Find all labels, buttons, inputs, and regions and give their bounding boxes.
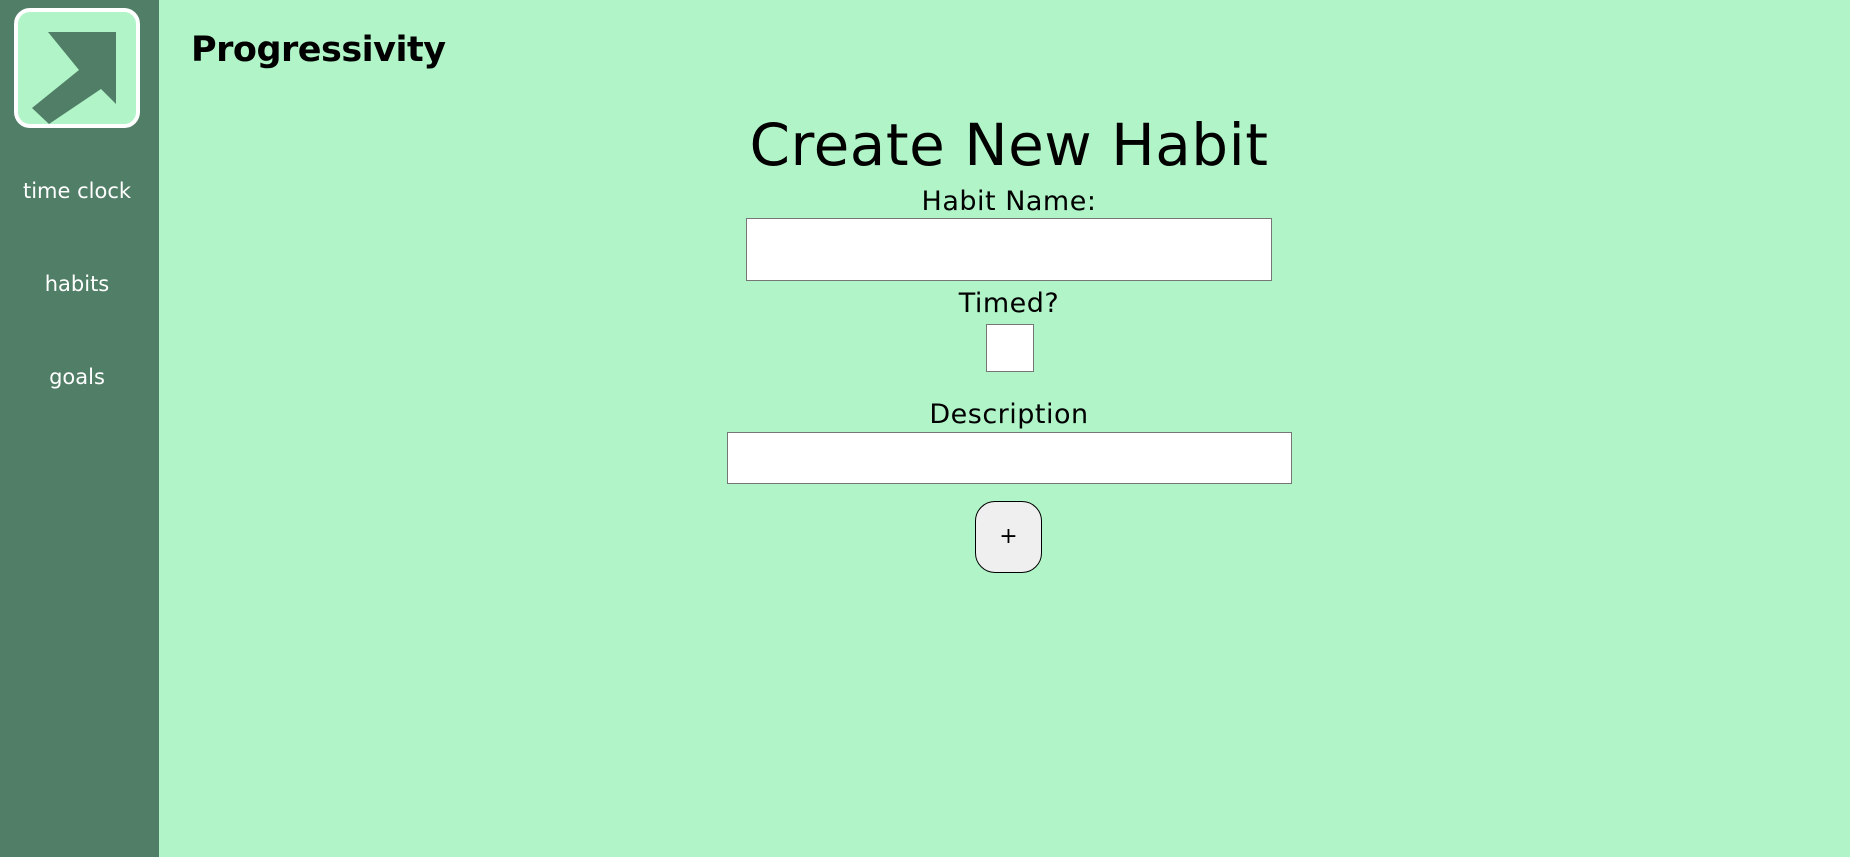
description-label: Description [929, 399, 1089, 430]
description-input[interactable] [727, 432, 1292, 484]
page-title: Create New Habit [749, 111, 1269, 179]
habit-name-input[interactable] [746, 218, 1272, 281]
sidebar-item-goals[interactable]: goals [0, 363, 154, 391]
create-habit-form: Create New Habit Habit Name: Timed? Desc… [159, 0, 1850, 857]
add-habit-button[interactable]: + [975, 501, 1042, 573]
logo[interactable] [14, 8, 140, 128]
sidebar-item-time-clock[interactable]: time clock [0, 177, 154, 205]
timed-checkbox[interactable] [986, 324, 1034, 372]
arrow-up-right-icon [32, 32, 116, 124]
sidebar: time clock habits goals [0, 0, 159, 857]
timed-label: Timed? [958, 288, 1060, 319]
sidebar-item-habits[interactable]: habits [0, 270, 154, 298]
habit-name-label: Habit Name: [921, 186, 1097, 217]
app-root: time clock habits goals Progressivity Cr… [0, 0, 1850, 857]
